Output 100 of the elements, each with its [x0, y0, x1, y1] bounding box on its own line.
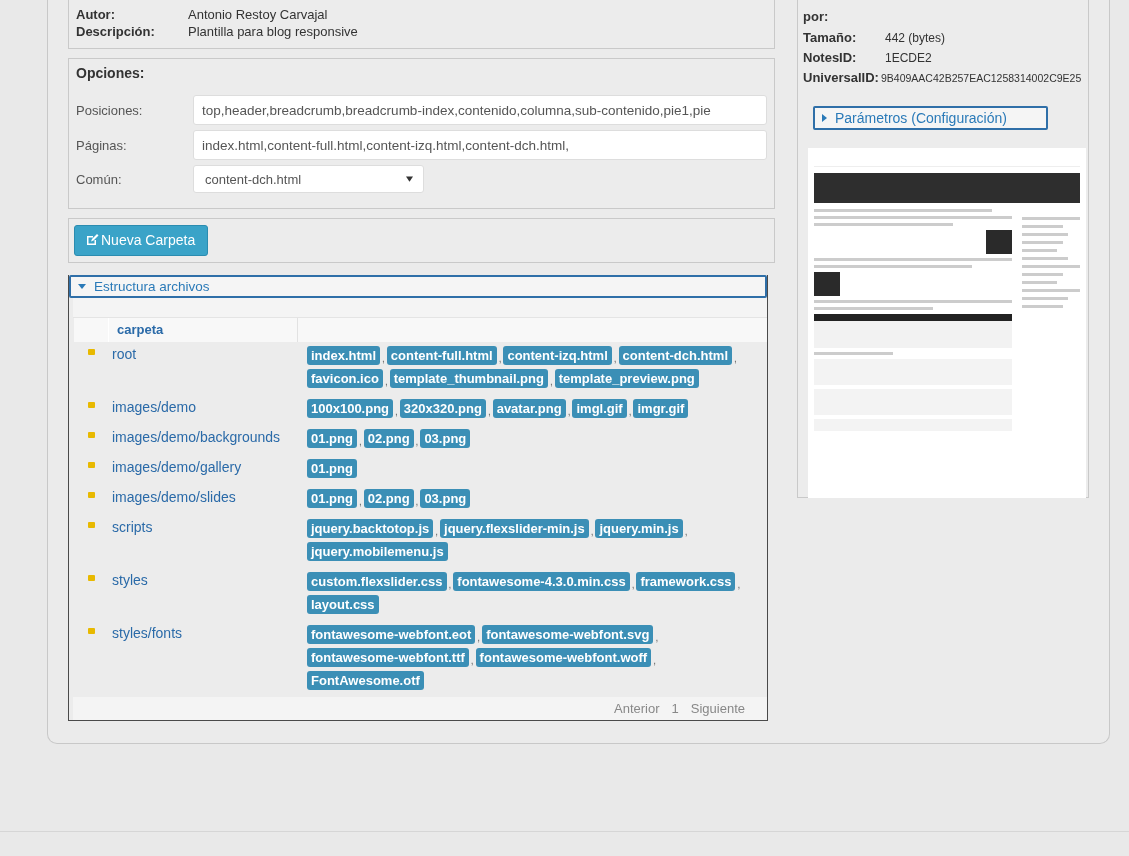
file-tag[interactable]: template_thumbnail.png	[389, 369, 548, 388]
file-tag[interactable]: 320x320.png	[399, 399, 486, 418]
folder-icon	[87, 432, 95, 438]
separator: ,	[486, 406, 492, 418]
separator: ,	[447, 579, 453, 591]
file-tag[interactable]: custom.flexslider.css	[307, 572, 447, 591]
folder-name[interactable]: images/demo/slides	[108, 485, 307, 515]
folder-icon	[87, 349, 95, 355]
field-value: 442 (bytes)	[885, 30, 946, 47]
file-tag[interactable]: 01.png	[307, 429, 357, 448]
text-field[interactable]: index.html,content-full.html,content-izq.html,content-dch.html,	[193, 130, 767, 160]
field-value: Plantilla para blog responsive	[188, 23, 358, 40]
previous-link[interactable]: Anterior	[614, 701, 660, 716]
field-label: Páginas:	[76, 137, 128, 153]
field-value: 1ECDE2	[885, 50, 932, 67]
folder-icon	[87, 492, 95, 498]
separator: ,	[476, 632, 482, 644]
file-tag[interactable]: jquery.flexslider-min.js	[440, 519, 589, 538]
separator: ,	[736, 579, 742, 591]
folder-name[interactable]: images/demo	[108, 395, 307, 425]
folder-name[interactable]: images/demo/backgrounds	[108, 425, 307, 455]
file-tag[interactable]: index.html	[307, 346, 380, 365]
file-tag[interactable]: 01.png	[307, 459, 357, 478]
separator: ,	[434, 526, 439, 538]
file-tag[interactable]: fontawesome-4.3.0.min.css	[453, 572, 630, 591]
separator: ,	[497, 353, 503, 365]
file-tag[interactable]: content-izq.html	[503, 346, 612, 365]
separator: ,	[381, 353, 386, 365]
file-tag[interactable]: template_preview.png	[554, 369, 699, 388]
file-tag[interactable]: content-full.html	[386, 346, 497, 365]
folder-icon	[87, 628, 95, 634]
separator: ,	[414, 496, 420, 508]
caret-icon	[406, 176, 413, 182]
separator: ,	[357, 436, 363, 448]
dropdown[interactable]: content-dch.html	[193, 165, 424, 193]
separator: ,	[612, 353, 618, 365]
file-tag[interactable]: 01.png	[307, 489, 357, 508]
file-tag[interactable]: fontawesome-webfont.eot	[307, 625, 476, 644]
file-tag[interactable]: layout.css	[307, 595, 379, 614]
file-tag[interactable]: 100x100.png	[307, 399, 394, 418]
folder-name[interactable]: scripts	[108, 515, 307, 568]
file-tag[interactable]: 03.png	[420, 429, 471, 448]
separator: ,	[394, 406, 399, 418]
field-label: NotesID:	[803, 49, 858, 67]
folder-name[interactable]: root	[108, 342, 307, 395]
triangle-icon	[822, 114, 827, 122]
field-value: 9B409AAC42B257EAC1258314002C9E25	[881, 71, 1082, 86]
folder-icon	[87, 462, 95, 468]
file-tag[interactable]: imgr.gif	[633, 399, 689, 418]
separator: ,	[654, 632, 660, 644]
separator: ,	[566, 406, 572, 418]
separator: ,	[548, 376, 554, 388]
separator: ,	[357, 496, 363, 508]
field-label: Tamaño:	[803, 29, 858, 47]
separator: ,	[383, 376, 389, 388]
separator: ,	[469, 655, 475, 667]
field-label: Común:	[76, 171, 123, 187]
separator: ,	[652, 655, 657, 667]
separator: ,	[683, 526, 689, 538]
accordion-header[interactable]: Estructura archivos	[69, 275, 767, 298]
edit-icon	[85, 233, 99, 247]
file-tag[interactable]: framework.css	[636, 572, 736, 591]
file-tag[interactable]: jquery.min.js	[595, 519, 683, 538]
file-tag[interactable]: avatar.png	[492, 399, 566, 418]
field-value: Antonio Restoy Carvajal	[188, 6, 328, 23]
folder-icon	[87, 522, 95, 528]
separator: ,	[627, 406, 633, 418]
field-label: UniversalID:	[803, 69, 880, 87]
file-tag[interactable]: content-dch.html	[618, 346, 732, 365]
separator: ,	[414, 436, 420, 448]
file-tag[interactable]: fontawesome-webfont.woff	[475, 648, 652, 667]
file-tag[interactable]: fontawesome-webfont.svg	[482, 625, 654, 644]
file-tag[interactable]: 02.png	[363, 489, 414, 508]
separator: ,	[630, 579, 636, 591]
file-tag[interactable]: jquery.backtotop.js	[307, 519, 434, 538]
file-tag[interactable]: favicon.ico	[307, 369, 383, 388]
folder-icon	[87, 575, 95, 581]
next-link[interactable]: Siguiente	[690, 701, 745, 716]
separator: ,	[589, 526, 595, 538]
folder-name[interactable]: styles/fonts	[108, 621, 307, 697]
separator: ,	[733, 353, 738, 365]
new-folder-button[interactable]: Nueva Carpeta	[74, 225, 209, 256]
file-tag[interactable]: 03.png	[420, 489, 471, 508]
file-tag[interactable]: FontAwesome.otf	[307, 671, 424, 690]
accordion-header[interactable]: Parámetros (Configuración)	[813, 106, 1048, 130]
file-tag[interactable]: 02.png	[363, 429, 414, 448]
file-tag[interactable]: fontawesome-webfont.ttf	[307, 648, 469, 667]
field-label: Posiciones:	[76, 102, 144, 118]
column-header[interactable]: carpeta	[108, 318, 298, 342]
triangle-icon	[78, 284, 86, 289]
text-field[interactable]: top,header,breadcrumb,breadcrumb-index,contenido,columna,sub-contenido,pie1,pie	[193, 95, 767, 125]
folder-icon	[87, 402, 95, 408]
file-tag[interactable]: jquery.mobilemenu.js	[307, 542, 448, 561]
field-label: Autor:	[76, 6, 116, 23]
page-number[interactable]: 1	[671, 701, 679, 716]
field-label: por:	[803, 10, 830, 24]
section-title: Opciones:	[76, 65, 146, 81]
folder-name[interactable]: styles	[108, 568, 307, 621]
file-tag[interactable]: imgl.gif	[572, 399, 627, 418]
folder-name[interactable]: images/demo/gallery	[108, 455, 307, 485]
